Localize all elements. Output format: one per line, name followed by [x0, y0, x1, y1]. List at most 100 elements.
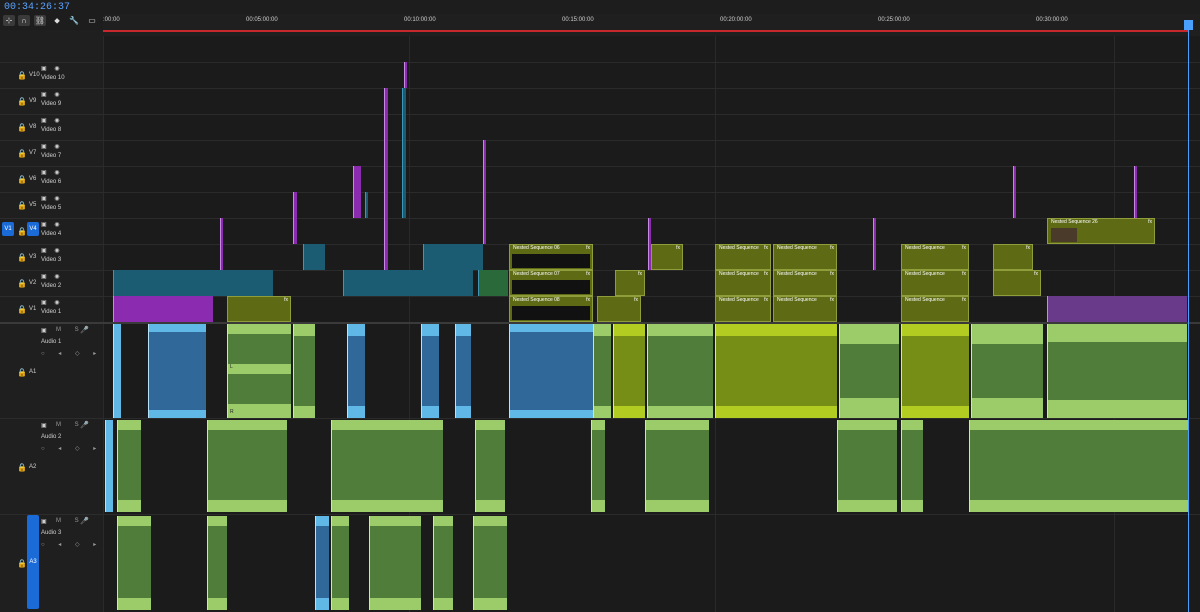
- track-id[interactable]: V10: [29, 72, 40, 78]
- lock-icon[interactable]: 🔒: [17, 123, 27, 132]
- playhead-line[interactable]: [1188, 20, 1189, 612]
- audio-clip[interactable]: [647, 324, 713, 418]
- nested-sequence-clip[interactable]: fx: [651, 244, 683, 270]
- video-clip[interactable]: [353, 166, 361, 218]
- lane-v7[interactable]: [103, 140, 1200, 166]
- video-clip[interactable]: [343, 270, 473, 296]
- track-toggle-icons[interactable]: ▣ ◉: [41, 247, 63, 254]
- audio-clip[interactable]: [969, 420, 1189, 512]
- track-id[interactable]: V9: [29, 98, 36, 104]
- video-clip[interactable]: [873, 218, 876, 270]
- audio-clip[interactable]: [837, 420, 897, 512]
- track-id[interactable]: V7: [29, 150, 36, 156]
- video-clip[interactable]: [384, 88, 388, 270]
- lock-icon[interactable]: 🔒: [17, 175, 27, 184]
- microphone-icon[interactable]: 🎤: [80, 421, 89, 429]
- track-id[interactable]: A2: [29, 464, 36, 470]
- lane-v6[interactable]: [103, 166, 1200, 192]
- audio-clip[interactable]: [901, 324, 969, 418]
- track-id[interactable]: V8: [29, 124, 36, 130]
- video-clip[interactable]: [478, 270, 508, 296]
- video-clip[interactable]: [303, 244, 325, 270]
- lane-v9[interactable]: [103, 88, 1200, 114]
- nested-sequence-clip[interactable]: Nested Sequence fx: [715, 244, 771, 270]
- nested-sequence-clip[interactable]: Nested Sequence fx: [773, 296, 837, 322]
- nested-sequence-clip[interactable]: Nested Sequence fx: [715, 296, 771, 322]
- lock-icon[interactable]: 🔒: [17, 149, 27, 158]
- audio-clip[interactable]: [1047, 324, 1187, 418]
- nested-sequence-clip[interactable]: fx: [615, 270, 645, 296]
- lock-icon[interactable]: 🔒: [17, 201, 27, 210]
- track-toggle-icons[interactable]: ▣ ◉: [41, 221, 63, 228]
- video-clip[interactable]: [1134, 166, 1137, 218]
- track-toggle-icons[interactable]: ▣ ◉: [41, 117, 63, 124]
- audio-clip[interactable]: [331, 420, 443, 512]
- nested-sequence-clip[interactable]: fx: [993, 270, 1041, 296]
- playhead-timecode[interactable]: 00:34:26:37: [4, 2, 70, 13]
- audio-clip[interactable]: [347, 324, 365, 418]
- work-area-bar[interactable]: [103, 30, 1188, 32]
- audio-clip[interactable]: [593, 324, 611, 418]
- audio-clip[interactable]: [293, 324, 315, 418]
- track-toggle-icons[interactable]: ▣: [41, 518, 50, 525]
- lock-icon[interactable]: 🔒: [17, 463, 27, 472]
- audio-clip[interactable]: [421, 324, 439, 418]
- snap-button[interactable]: ∩: [18, 15, 30, 26]
- nested-sequence-clip[interactable]: Nested Sequence fx: [901, 270, 969, 296]
- track-toggle-icons[interactable]: ▣: [41, 422, 50, 429]
- nested-sequence-clip[interactable]: fx: [993, 244, 1033, 270]
- audio-clip[interactable]: [148, 324, 206, 418]
- video-clip[interactable]: [220, 218, 223, 270]
- audio-clip[interactable]: [509, 324, 593, 418]
- video-clip[interactable]: [1047, 296, 1187, 322]
- video-clip[interactable]: [423, 244, 483, 270]
- video-clip[interactable]: fx: [597, 296, 641, 322]
- lock-icon[interactable]: 🔒: [17, 71, 27, 80]
- audio-clip[interactable]: [207, 516, 227, 610]
- captions-button[interactable]: ▭: [86, 15, 98, 26]
- add-marker-button[interactable]: ⬥: [51, 15, 63, 26]
- track-id[interactable]: V3: [29, 254, 36, 260]
- source-patch-v1[interactable]: V1: [2, 222, 14, 236]
- audio-clip[interactable]: [475, 420, 505, 512]
- track-toggle-icons[interactable]: ▣: [41, 327, 50, 334]
- lock-icon[interactable]: 🔒: [17, 97, 27, 106]
- track-toggle-icons[interactable]: ▣ ◉: [41, 143, 63, 150]
- keyframe-controls[interactable]: ○ ◂ ◇ ▸: [41, 541, 102, 548]
- nested-sequence-clip[interactable]: Nested Sequence fx: [773, 270, 837, 296]
- microphone-icon[interactable]: 🎤: [80, 517, 89, 525]
- track-target-a3[interactable]: A3: [27, 515, 39, 609]
- track-toggle-icons[interactable]: ▣ ◉: [41, 65, 63, 72]
- lock-icon[interactable]: 🔒: [17, 279, 27, 288]
- audio-clip[interactable]: [207, 420, 287, 512]
- lock-icon[interactable]: 🔒: [17, 253, 27, 262]
- audio-clip[interactable]: [117, 420, 141, 512]
- video-clip[interactable]: fx: [227, 296, 291, 322]
- nested-sequence-clip[interactable]: Nested Sequence 26 fx: [1047, 218, 1155, 244]
- lock-icon[interactable]: 🔒: [17, 227, 27, 236]
- video-clip[interactable]: [1013, 166, 1016, 218]
- track-id[interactable]: A1: [29, 369, 36, 375]
- audio-clip[interactable]: [591, 420, 605, 512]
- video-clip[interactable]: [293, 192, 297, 244]
- video-clip[interactable]: [365, 192, 368, 218]
- track-id[interactable]: V5: [29, 202, 36, 208]
- lane-v10[interactable]: [103, 62, 1200, 88]
- track-toggle-icons[interactable]: ▣ ◉: [41, 195, 63, 202]
- nested-sequence-clip[interactable]: Nested Sequence fx: [901, 296, 969, 322]
- nested-sequence-clip[interactable]: Nested Sequence 07 fx: [509, 270, 593, 296]
- audio-clip[interactable]: [117, 516, 151, 610]
- audio-clip[interactable]: [613, 324, 645, 418]
- lock-icon[interactable]: 🔒: [17, 368, 27, 377]
- nested-sequence-clip[interactable]: Nested Sequence 08 fx: [509, 296, 593, 322]
- nested-sequence-clip[interactable]: Nested Sequence fx: [715, 270, 771, 296]
- track-target-v4[interactable]: V4: [27, 222, 39, 236]
- video-clip[interactable]: [113, 296, 213, 322]
- lane-v5[interactable]: [103, 192, 1200, 218]
- lane-v8[interactable]: [103, 114, 1200, 140]
- audio-clip[interactable]: L R: [227, 324, 291, 418]
- insert-nest-tool-button[interactable]: ⊹: [3, 15, 15, 26]
- track-toggle-icons[interactable]: ▣ ◉: [41, 91, 63, 98]
- video-clip[interactable]: [483, 140, 486, 244]
- lock-icon[interactable]: 🔒: [17, 305, 27, 314]
